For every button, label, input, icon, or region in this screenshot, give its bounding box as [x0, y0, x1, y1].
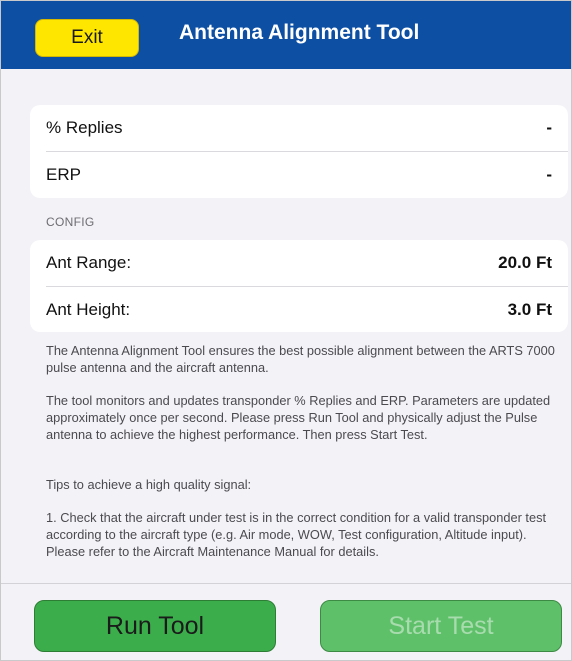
app-window: Exit Antenna Alignment Tool % Replies - … — [0, 0, 572, 661]
description-paragraph: 1. Check that the aircraft under test is… — [46, 510, 547, 559]
exit-button[interactable]: Exit — [35, 19, 139, 57]
description-paragraph: The Antenna Alignment Tool ensures the b… — [46, 343, 555, 375]
erp-value: - — [546, 165, 552, 184]
description-paragraph: Tips to achieve a high quality signal: — [46, 477, 252, 492]
erp-label: ERP — [46, 165, 81, 184]
config-section-label: CONFIG — [46, 215, 95, 229]
description-paragraph: The tool monitors and updates transponde… — [46, 393, 551, 442]
ant-height-label: Ant Height: — [46, 300, 131, 319]
config-card: Ant Range: 20.0 Ft Ant Height: 3.0 Ft — [30, 240, 568, 332]
ant-range-row[interactable]: Ant Range: 20.0 Ft — [30, 240, 568, 286]
start-test-button[interactable]: Start Test — [320, 600, 562, 652]
replies-label: % Replies — [46, 118, 123, 137]
erp-row: ERP - — [30, 152, 568, 198]
nav-header: Exit Antenna Alignment Tool — [1, 1, 571, 69]
replies-value: - — [546, 118, 552, 137]
page-title: Antenna Alignment Tool — [179, 21, 420, 44]
run-tool-button[interactable]: Run Tool — [34, 600, 276, 652]
ant-height-row[interactable]: Ant Height: 3.0 Ft — [30, 287, 568, 333]
ant-range-value: 20.0 Ft — [498, 253, 552, 272]
ant-height-value: 3.0 Ft — [507, 300, 552, 319]
ant-range-label: Ant Range: — [46, 253, 132, 272]
footer-toolbar: Run Tool Start Test — [1, 583, 571, 660]
replies-row: % Replies - — [30, 105, 568, 151]
measurements-card: % Replies - ERP - — [30, 105, 568, 198]
